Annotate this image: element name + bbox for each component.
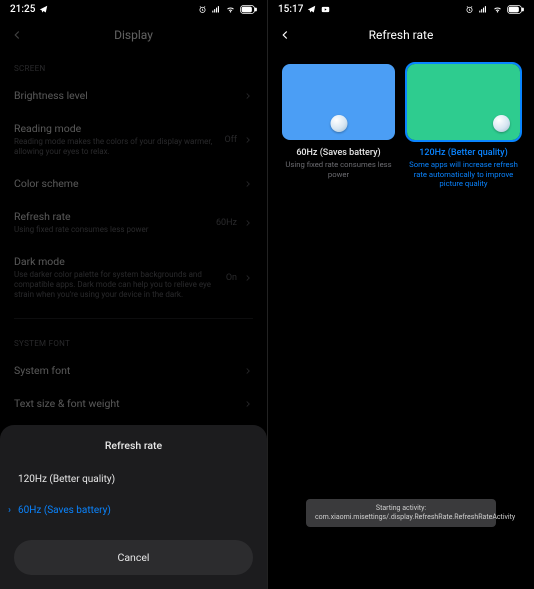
signal-icon [478, 5, 488, 14]
alarm-icon [465, 5, 474, 14]
row-sub: Use darker color palette for system back… [14, 270, 226, 300]
card-title: 60Hz (Saves battery) [282, 148, 395, 158]
telegram-icon [39, 5, 48, 14]
row-brightness[interactable]: Brightness level [0, 79, 267, 112]
sheet-title: Refresh rate [0, 439, 267, 464]
row-label: Reading mode [14, 122, 225, 135]
row-reading-mode[interactable]: Reading mode Reading mode makes the colo… [0, 112, 267, 167]
row-label: Refresh rate [14, 210, 216, 223]
chevron-right-icon [243, 399, 253, 409]
row-value: Off [225, 135, 237, 145]
row-color-scheme[interactable]: Color scheme [0, 167, 267, 200]
row-text-size[interactable]: Text size & font weight [0, 387, 267, 420]
card-sub: Some apps will increase refresh rate aut… [407, 160, 520, 189]
wifi-icon [492, 5, 503, 14]
youtube-icon [320, 5, 331, 14]
page-title: Refresh rate [268, 28, 534, 42]
row-label: Text size & font weight [14, 397, 243, 410]
chevron-right-icon [243, 135, 253, 145]
signal-icon [211, 5, 221, 14]
chevron-left-icon [278, 28, 292, 42]
bubble-icon [330, 115, 347, 132]
row-refresh-rate[interactable]: Refresh rate Using fixed rate consumes l… [0, 200, 267, 245]
telegram-icon [307, 5, 316, 14]
chevron-right-icon [243, 273, 253, 283]
section-header-screen: SCREEN [0, 52, 267, 79]
row-label: Brightness level [14, 89, 243, 102]
status-bar: 21:25 [0, 0, 267, 18]
refresh-rate-sheet: Refresh rate 120Hz (Better quality) 60Hz… [0, 425, 267, 589]
chevron-right-icon [243, 218, 253, 228]
cancel-button[interactable]: Cancel [14, 540, 253, 575]
row-label: Color scheme [14, 177, 243, 190]
wifi-icon [225, 5, 236, 14]
chevron-left-icon [10, 28, 24, 42]
chevron-right-icon [243, 366, 253, 376]
back-button[interactable] [0, 28, 34, 42]
preview-120hz [407, 64, 520, 140]
option-120hz[interactable]: 120Hz (Better quality) [0, 464, 267, 495]
bubble-icon [493, 115, 510, 132]
option-60hz[interactable]: 60Hz (Saves battery) [0, 495, 267, 526]
card-title: 120Hz (Better quality) [407, 148, 520, 158]
preview-60hz [282, 64, 395, 140]
chevron-right-icon [243, 91, 253, 101]
row-value: On [226, 273, 237, 283]
card-sub: Using fixed rate consumes less power [282, 160, 395, 179]
section-header-font: SYSTEM FONT [0, 327, 267, 354]
display-settings-screen: 21:25 Display SCREEN Brightness level Re… [0, 0, 267, 589]
back-button[interactable] [268, 28, 302, 42]
row-system-font[interactable]: System font [0, 354, 267, 387]
row-sub: Reading mode makes the colors of your di… [14, 137, 225, 157]
row-label: System font [14, 364, 243, 377]
activity-toast: Starting activity: com.xiaomi.misettings… [306, 499, 496, 527]
chevron-right-icon [243, 179, 253, 189]
card-120hz[interactable]: 120Hz (Better quality) Some apps will in… [407, 64, 520, 189]
battery-icon [240, 5, 257, 14]
dimmed-content: Display SCREEN Brightness level Reading … [0, 18, 267, 420]
refresh-rate-cards: 60Hz (Saves battery) Using fixed rate co… [268, 52, 534, 189]
row-sub: Using fixed rate consumes less power [14, 225, 216, 235]
status-time: 15:17 [278, 4, 303, 15]
row-dark-mode[interactable]: Dark mode Use darker color palette for s… [0, 245, 267, 310]
alarm-icon [198, 5, 207, 14]
divider [14, 318, 253, 319]
row-label: Dark mode [14, 255, 226, 268]
row-value: 60Hz [216, 218, 237, 228]
page-title: Display [0, 28, 267, 42]
battery-icon [507, 5, 524, 14]
status-bar: 15:17 [268, 0, 534, 18]
refresh-rate-screen: 15:17 Refresh rate 60Hz (Saves battery) … [267, 0, 534, 589]
status-time: 21:25 [10, 4, 35, 15]
card-60hz[interactable]: 60Hz (Saves battery) Using fixed rate co… [282, 64, 395, 189]
